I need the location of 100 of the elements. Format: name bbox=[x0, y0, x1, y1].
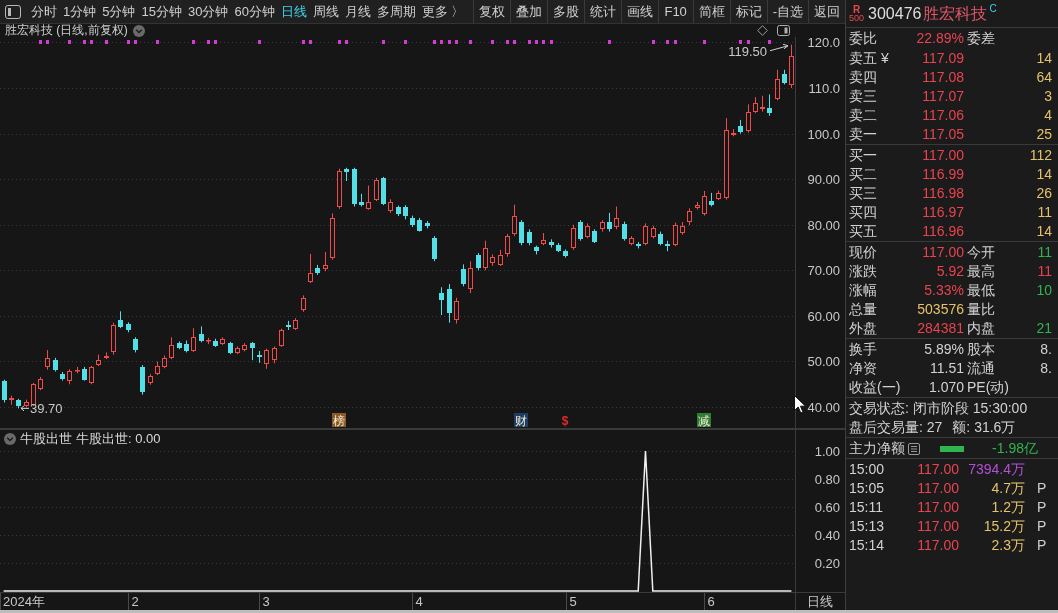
order-volume: 26 bbox=[1036, 184, 1052, 203]
candlestick bbox=[505, 233, 510, 258]
toolbar-button[interactable]: 简框 bbox=[692, 0, 730, 23]
candlestick bbox=[96, 354, 101, 367]
candlestick bbox=[622, 221, 627, 242]
event-tag: 财 bbox=[514, 413, 528, 428]
panel-toggle-icon[interactable] bbox=[777, 25, 790, 36]
quote-value: 11 bbox=[1037, 262, 1052, 281]
toolbar-button[interactable]: 标记 bbox=[729, 0, 767, 23]
order-volume: 11 bbox=[1037, 203, 1052, 222]
axis-label: 0.80 bbox=[814, 472, 840, 487]
candlestick bbox=[789, 44, 794, 89]
quote-label: 现价 bbox=[849, 243, 877, 262]
indicator-name: 牛股出世 bbox=[20, 432, 72, 446]
period-tab[interactable]: 15分钟 bbox=[141, 0, 182, 23]
order-level-label: 卖一 bbox=[849, 125, 877, 144]
order-level-label: 卖五 bbox=[849, 49, 877, 68]
quote-label: 最高 bbox=[967, 262, 995, 281]
candlestick bbox=[687, 207, 692, 226]
candlestick bbox=[767, 93, 772, 117]
toolbar-button[interactable]: 统计 bbox=[583, 0, 621, 23]
period-tab[interactable]: 月线 bbox=[344, 0, 371, 23]
axis-label: 0.20 bbox=[814, 556, 840, 571]
tick-side: P bbox=[1037, 479, 1047, 498]
candlestick bbox=[738, 119, 743, 135]
toolbar-button[interactable]: F10 bbox=[657, 0, 693, 23]
chevron-down-icon[interactable] bbox=[132, 24, 145, 37]
period-tab[interactable]: 1分钟 bbox=[63, 0, 97, 23]
flow-bar-icon bbox=[940, 445, 964, 452]
candlestick bbox=[563, 248, 568, 259]
tick-time: 15:05 bbox=[849, 479, 886, 498]
tick-time: 15:13 bbox=[849, 517, 886, 536]
candlestick bbox=[366, 185, 371, 211]
toolbar-button[interactable]: 复权 bbox=[472, 0, 510, 23]
candlestick bbox=[82, 366, 87, 382]
quote-value: 503576 bbox=[917, 300, 964, 319]
quote-value: 11.51 bbox=[930, 359, 964, 378]
toolbar-button[interactable]: 叠加 bbox=[509, 0, 547, 23]
list-icon[interactable] bbox=[908, 442, 920, 455]
year-label: 2024年 bbox=[3, 594, 45, 609]
order-price: 116.97 bbox=[922, 203, 964, 222]
main-flow-value: -1.98亿 bbox=[992, 439, 1038, 458]
candlestick bbox=[242, 342, 247, 352]
sidebar-toggle-icon[interactable] bbox=[5, 4, 21, 19]
quote-value: 10 bbox=[1036, 281, 1052, 300]
candlestick bbox=[592, 228, 597, 244]
quote-label: PE(动) bbox=[967, 378, 1009, 397]
candlestick bbox=[162, 355, 167, 369]
candlestick bbox=[257, 350, 262, 364]
candlestick bbox=[746, 103, 751, 134]
candlestick bbox=[199, 325, 204, 343]
quote-label: 收益(一) bbox=[849, 378, 901, 397]
indicator-value: 牛股出世: 0.00 bbox=[76, 432, 161, 446]
period-tab[interactable]: 更多 〉 bbox=[421, 0, 465, 23]
candlestick bbox=[228, 341, 233, 355]
after-hours-text: 额: 31.6万 bbox=[952, 418, 1016, 437]
toolbar-button[interactable]: -自选 bbox=[766, 0, 808, 23]
axis-label: 120.0 bbox=[807, 37, 840, 50]
period-tab[interactable]: 30分钟 bbox=[187, 0, 229, 23]
chevron-down-icon[interactable] bbox=[4, 433, 16, 445]
toolbar-button[interactable]: 画线 bbox=[620, 0, 658, 23]
candlestick bbox=[519, 219, 524, 246]
candlestick bbox=[235, 345, 240, 355]
candlestick bbox=[388, 198, 393, 214]
period-tab[interactable]: 日线 bbox=[280, 0, 307, 23]
candlestick bbox=[45, 349, 50, 371]
axis-label: 40.00 bbox=[807, 400, 840, 415]
axis-label: 0.60 bbox=[814, 500, 840, 515]
candlestick bbox=[169, 336, 174, 360]
candlestick bbox=[344, 167, 349, 182]
candlestick bbox=[556, 242, 561, 253]
event-tag: 减 bbox=[697, 413, 711, 428]
order-volume: 4 bbox=[1044, 106, 1052, 125]
order-volume: 14 bbox=[1036, 49, 1052, 68]
quote-value: 22.89% bbox=[916, 29, 964, 48]
order-price: 117.00 bbox=[922, 146, 964, 165]
period-tab[interactable]: 周线 bbox=[312, 0, 339, 23]
diamond-icon[interactable] bbox=[757, 25, 768, 36]
period-tab[interactable]: 多周期 bbox=[376, 0, 416, 23]
period-tab[interactable]: 5分钟 bbox=[102, 0, 136, 23]
tick-side: P bbox=[1037, 536, 1047, 555]
candlestick bbox=[337, 168, 342, 210]
order-level-label: 买五 bbox=[849, 222, 877, 241]
quote-label: 今开 bbox=[967, 243, 995, 262]
candlestick bbox=[709, 192, 714, 207]
order-price: 116.96 bbox=[922, 222, 964, 241]
candlestick bbox=[264, 348, 269, 370]
candlestick bbox=[629, 235, 634, 246]
candlestick bbox=[614, 206, 619, 230]
period-tab[interactable]: 分时 bbox=[31, 0, 57, 23]
toolbar-button[interactable]: 多股 bbox=[546, 0, 584, 23]
candlestick bbox=[111, 322, 116, 356]
candlestick bbox=[75, 366, 80, 374]
event-tag: 榜 bbox=[332, 413, 346, 428]
date-label: 3 bbox=[262, 594, 270, 609]
quote-label: 外盘 bbox=[849, 319, 877, 338]
candlestick bbox=[447, 283, 452, 324]
axis-label: 70.00 bbox=[807, 263, 840, 278]
arrow-icon bbox=[20, 405, 30, 412]
period-tab[interactable]: 60分钟 bbox=[234, 0, 275, 23]
